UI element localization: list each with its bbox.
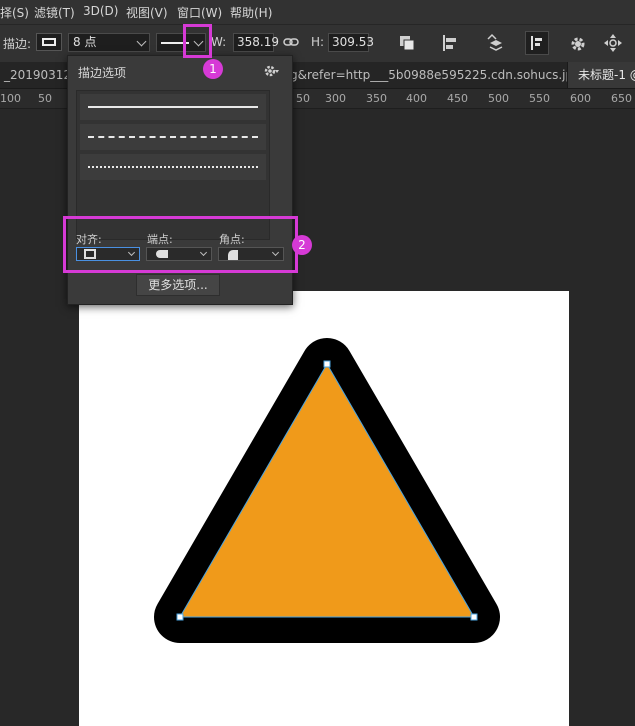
gear-icon[interactable] bbox=[264, 64, 280, 78]
more-options-button[interactable]: 更多选项... bbox=[136, 274, 220, 296]
stroke-style-dotted[interactable] bbox=[80, 154, 266, 180]
solid-line-icon bbox=[88, 106, 258, 108]
stroke-style-solid[interactable] bbox=[80, 94, 266, 120]
annotation-badge-1: 1 bbox=[203, 59, 223, 79]
dotted-line-icon bbox=[88, 166, 258, 168]
annotation-badge-2: 2 bbox=[292, 235, 312, 255]
stroke-style-dashed[interactable] bbox=[80, 124, 266, 150]
highlight-box-1 bbox=[183, 24, 212, 58]
dashed-line-icon bbox=[88, 136, 258, 138]
panel-title: 描边选项 bbox=[78, 66, 127, 80]
highlight-box-2 bbox=[63, 216, 298, 273]
